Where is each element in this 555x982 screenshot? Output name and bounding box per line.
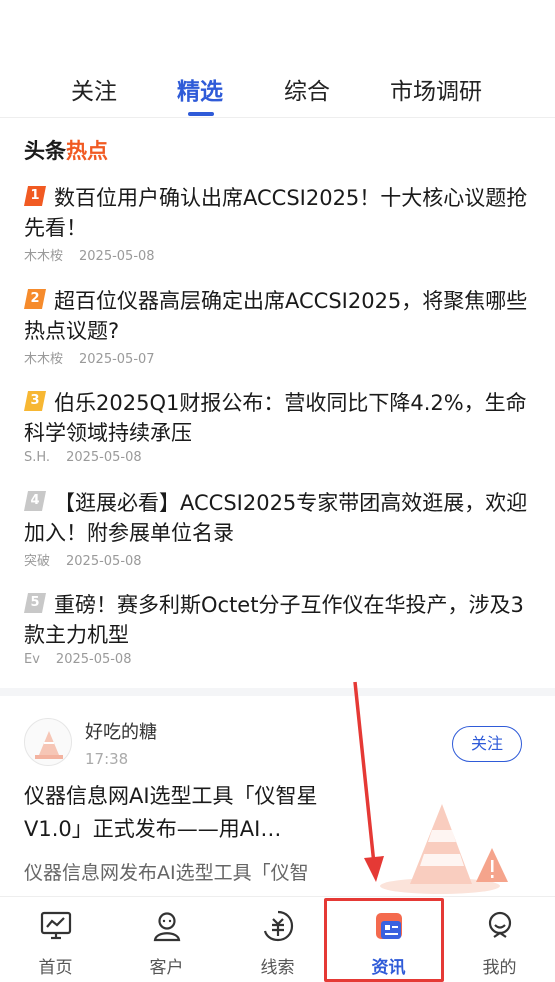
section-title-main: 头条 [24,139,66,163]
news-author: Ev [24,652,40,667]
headline-text: 超百位仪器高层确定出席ACCSI2025，将聚焦哪些热点议题? [24,289,528,343]
news-item[interactable]: 2 超百位仪器高层确定出席ACCSI2025，将聚焦哪些热点议题? 木木桉 202… [24,286,534,367]
news-item[interactable]: 4 【逛展必看】ACCSI2025专家带团高效逛展，欢迎加入！附参展单位名录 突… [24,488,534,569]
rank-badge-icon: 2 [24,288,46,310]
news-date: 2025-05-08 [66,554,142,569]
headline-text: 重磅！赛多利斯Octet分子互作仪在华投产，涉及3款主力机型 [24,593,524,647]
nav-label: 线索 [260,958,295,978]
news-meta: 木木桉 2025-05-08 [24,245,534,264]
news-headline[interactable]: 3 伯乐2025Q1财报公布：营收同比下降4.2%，生命科学领域持续承压 [24,388,534,448]
follow-button[interactable]: 关注 [452,726,522,762]
news-headline[interactable]: 1 数百位用户确认出席ACCSI2025！十大核心议题抢先看！ [24,183,534,243]
customer-icon [153,912,181,942]
news-item[interactable]: 1 数百位用户确认出席ACCSI2025！十大核心议题抢先看！ 木木桉 2025-… [24,183,534,264]
news-author: 木木桉 [24,249,64,264]
home-chart-icon [40,911,72,940]
bottom-nav: 首页 客户 线索 资讯 我的 [0,896,555,982]
news-meta: Ev 2025-05-08 [24,652,534,667]
news-author: 突破 [24,554,51,569]
news-headline[interactable]: 4 【逛展必看】ACCSI2025专家带团高效逛展，欢迎加入！附参展单位名录 [24,488,534,548]
headline-text: 【逛展必看】ACCSI2025专家带团高效逛展，欢迎加入！附参展单位名录 [24,491,528,545]
nav-profile[interactable]: 我的 [444,897,555,982]
nav-label: 客户 [149,958,184,978]
leads-icon [263,910,294,942]
nav-customer[interactable]: 客户 [111,897,222,982]
author-avatar[interactable] [24,718,72,766]
tab-follow[interactable]: 关注 [71,72,117,106]
rank-badge-icon: 4 [24,490,46,512]
nav-label: 我的 [482,958,517,978]
rank-number: 5 [30,595,40,610]
news-headline[interactable]: 2 超百位仪器高层确定出席ACCSI2025，将聚焦哪些热点议题? [24,286,534,346]
tab-general[interactable]: 综合 [284,72,330,106]
nav-label: 首页 [38,958,73,978]
news-meta: 木木桉 2025-05-07 [24,348,534,367]
headline-text: 伯乐2025Q1财报公布：营收同比下降4.2%，生命科学领域持续承压 [24,391,527,445]
news-item[interactable]: 5 重磅！赛多利斯Octet分子互作仪在华投产，涉及3款主力机型 Ev 2025-… [24,590,534,667]
section-title-accent: 热点 [66,139,108,163]
active-tab-indicator [188,112,214,116]
news-meta: 突破 2025-05-08 [24,550,534,569]
news-meta: S.H. 2025-05-08 [24,450,534,465]
profile-icon [488,911,512,938]
rank-number: 1 [30,188,40,203]
rank-badge-icon: 3 [24,390,46,412]
news-headline[interactable]: 5 重磅！赛多利斯Octet分子互作仪在华投产，涉及3款主力机型 [24,590,534,650]
post-author[interactable]: 好吃的糖 [85,718,157,744]
annotation-highlight-box [324,898,444,982]
top-tab-bar: 关注 精选 综合 市场调研 [0,62,555,118]
post-summary[interactable]: 仪器信息网发布AI选型工具「仪智 [24,858,354,885]
rank-badge-icon: 1 [24,185,46,207]
nav-home[interactable]: 首页 [0,897,111,982]
post-time: 17:38 [85,750,129,768]
news-date: 2025-05-08 [55,652,132,667]
headline-text: 数百位用户确认出席ACCSI2025！十大核心议题抢先看！ [24,186,528,240]
news-author: 木木桉 [24,352,64,367]
rank-number: 3 [30,393,40,408]
rank-number: 2 [30,291,40,306]
rank-badge-icon: 5 [24,592,46,614]
tab-featured[interactable]: 精选 [177,72,223,106]
section-title-hot: 头条热点 [24,135,108,165]
cone-avatar-icon [35,731,63,759]
annotation-arrow-icon [353,681,384,882]
news-date: 2025-05-08 [79,249,155,264]
news-item[interactable]: 3 伯乐2025Q1财报公布：营收同比下降4.2%，生命科学领域持续承压 S.H… [24,388,534,465]
post-title[interactable]: 仪器信息网AI选型工具「仪智星V1.0」正式发布——用AI… [24,780,354,846]
news-author: S.H. [24,450,51,465]
rank-number: 4 [30,493,40,508]
news-date: 2025-05-07 [79,352,155,367]
cone-illustration-icon [380,804,508,894]
section-divider [0,688,555,696]
nav-leads[interactable]: 线索 [222,897,333,982]
news-date: 2025-05-08 [66,450,142,465]
tab-market-research[interactable]: 市场调研 [390,72,482,106]
